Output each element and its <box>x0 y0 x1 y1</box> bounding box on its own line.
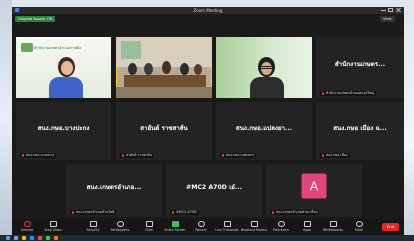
participant-label: สนง.กษอ.บางปะกง <box>20 153 56 158</box>
attendee <box>144 63 153 75</box>
participant-name: สนง.เกษตรอำเภอ... <box>86 184 142 192</box>
close-icon[interactable] <box>396 8 401 12</box>
mic-muted-icon <box>22 153 24 157</box>
participant-name: สนง.กษอ.แปลงยา... <box>235 124 293 132</box>
participant-tile-8[interactable]: สนง.กษอ เมือง ฉ... สนง.กษอ เมือง <box>316 102 404 160</box>
participant-tile-9[interactable]: สนง.เกษตรอำเภอ... สนง.เกษตรอำเภอบ้านโพธิ… <box>66 164 162 217</box>
app-icon[interactable] <box>22 236 26 240</box>
participant-label: สนง.เกษตรอำเภอบ้านโพธิ์ <box>70 210 117 215</box>
mic-muted-icon <box>122 153 124 157</box>
stop-video-button[interactable]: Stop Video <box>40 220 66 234</box>
attendee <box>162 61 171 74</box>
mic-muted-icon <box>172 210 174 214</box>
participant-label: #MC2 A70D <box>170 210 199 215</box>
participant-body <box>250 77 284 98</box>
attendee <box>128 63 137 75</box>
meeting-toolbar: Unmute Stop Video Security Participants … <box>12 219 404 235</box>
video-camera-icon <box>49 221 57 227</box>
os-taskbar <box>0 235 414 241</box>
participant-tile-4[interactable]: สำนักงานเกษตร... สำนักงานเกษตรอำเภอหนองใ… <box>316 37 404 98</box>
shield-icon <box>89 221 97 227</box>
apps-icon <box>303 221 311 227</box>
participant-tile-2[interactable] <box>116 37 212 98</box>
participants-icon <box>116 221 124 227</box>
breakout-rooms-icon <box>250 221 258 227</box>
mic-muted-icon <box>72 210 74 214</box>
participant-tile-5[interactable]: สนง.กษอ.บางปะกง สนง.กษอ.บางปะกง <box>16 102 111 160</box>
participant-label: สนง.กษอ.แปลงยาว <box>220 153 257 158</box>
mic-muted-icon <box>222 153 224 157</box>
record-icon <box>197 221 205 227</box>
participant-tile-7[interactable]: สนง.กษอ.แปลงยา... สนง.กษอ.แปลงยาว <box>216 102 312 160</box>
search-icon[interactable] <box>14 236 18 240</box>
apps-button[interactable]: Apps <box>294 220 320 234</box>
conference-table <box>124 75 206 87</box>
share-screen-icon <box>171 221 179 227</box>
start-icon[interactable] <box>6 236 10 240</box>
app-icon[interactable] <box>46 236 50 240</box>
reactions-button[interactable]: Reactions <box>268 220 294 234</box>
participant-tile-6[interactable]: สายันต์ ราชสาส์น สายันต์ ราชสาส์น <box>116 102 212 160</box>
participant-tile-11[interactable]: A สนง.เกษตรอำเภอท่าตะเกียบ <box>266 164 362 217</box>
mic-muted-icon <box>272 210 274 214</box>
title-bar: Zoom Meeting <box>12 7 404 14</box>
desktop-background-left <box>0 0 12 241</box>
view-button[interactable]: View <box>380 16 395 22</box>
participant-label: สำนักงานเกษตรอำเภอหนองใหญ่ <box>320 91 377 96</box>
glasses <box>260 66 273 69</box>
participant-label: สนง.กษอ เมือง <box>320 153 350 158</box>
attendee <box>180 63 189 75</box>
share-screen-button[interactable]: Share Screen <box>162 220 188 234</box>
record-button[interactable]: Record <box>188 220 214 234</box>
app-icon[interactable] <box>54 236 58 240</box>
participants-button[interactable]: Participants <box>107 220 133 234</box>
more-button[interactable]: More <box>346 220 372 234</box>
original-sound-indicator[interactable]: Original Sound: Off <box>15 16 56 22</box>
mic-muted-icon <box>322 91 324 95</box>
mic-icon <box>23 221 31 227</box>
agency-logo <box>21 43 33 52</box>
reactions-icon <box>277 221 285 227</box>
breakout-rooms-button[interactable]: Breakout Rooms <box>241 220 267 234</box>
cc-icon <box>223 221 231 227</box>
participant-tile-3[interactable] <box>216 37 312 98</box>
participant-name: สนง.กษอ เมือง ฉ... <box>333 124 387 132</box>
attendee <box>194 64 202 75</box>
participant-avatar: A <box>301 173 327 199</box>
participant-face <box>61 61 73 75</box>
desktop-background-right <box>404 0 414 241</box>
floor <box>116 87 212 98</box>
whiteboards-button[interactable]: Whiteboards <box>320 220 346 234</box>
minimize-icon[interactable] <box>381 8 386 11</box>
chat-icon <box>145 221 153 227</box>
participant-name: #MC2 A70D เอ๋... <box>186 184 242 192</box>
window <box>121 41 141 59</box>
participant-tile-1[interactable]: สำนักงานเกษตรอำเภอเขาสมิง <box>16 37 111 98</box>
app-icon[interactable] <box>38 236 42 240</box>
window-title: Zoom Meeting <box>193 8 223 13</box>
mic-muted-icon <box>322 153 324 157</box>
more-icon <box>355 221 363 227</box>
participant-name: สำนักงานเกษตร... <box>334 60 386 68</box>
end-meeting-button[interactable]: End <box>382 223 399 231</box>
zoom-meeting-window: Zoom Meeting Original Sound: Off View สำ… <box>12 7 404 235</box>
participant-label: สายันต์ ราชสาส์น <box>120 153 154 158</box>
security-button[interactable]: Security <box>80 220 106 234</box>
participant-name: สนง.กษอ.บางปะกง <box>37 124 90 132</box>
participant-label: สนง.เกษตรอำเภอท่าตะเกียบ <box>270 210 320 215</box>
participant-name: สายันต์ ราชสาส์น <box>140 124 188 132</box>
maximize-icon[interactable] <box>388 8 393 12</box>
participant-tile-10[interactable]: #MC2 A70D เอ๋... #MC2 A70D <box>166 164 262 217</box>
chat-button[interactable]: Chat <box>136 220 162 234</box>
unmute-button[interactable]: Unmute <box>14 220 40 234</box>
whiteboard-icon <box>329 221 337 227</box>
app-icon[interactable] <box>30 236 34 240</box>
live-transcript-button[interactable]: Live Transcript <box>214 220 240 234</box>
participant-body <box>49 77 83 98</box>
agency-banner: สำนักงานเกษตรอำเภอเขาสมิง <box>34 46 82 50</box>
